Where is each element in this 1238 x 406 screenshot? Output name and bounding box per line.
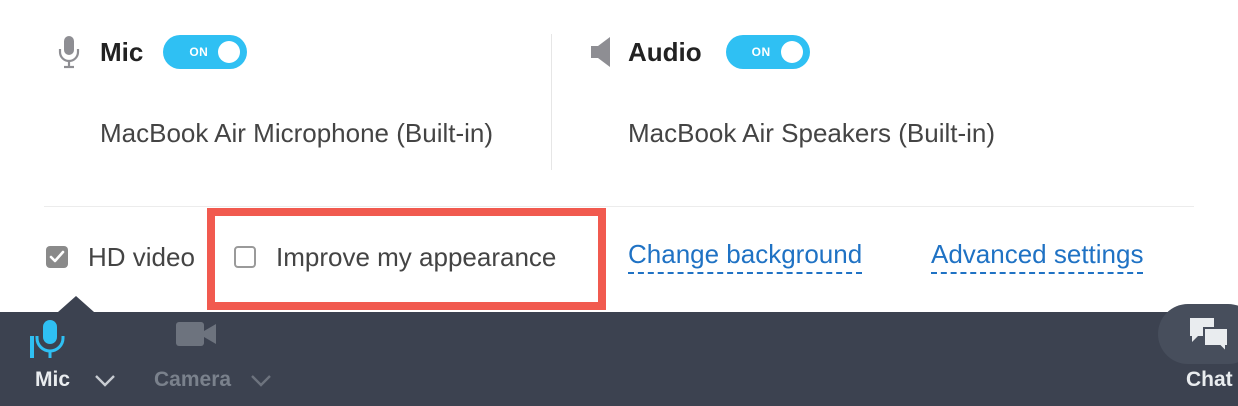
mic-device-name[interactable]: MacBook Air Microphone (Built-in) bbox=[100, 118, 493, 149]
audio-header: Audio ON bbox=[586, 34, 810, 70]
mic-toggle-label: ON bbox=[189, 45, 209, 59]
change-background-link[interactable]: Change background bbox=[628, 238, 863, 274]
audio-toggle[interactable]: ON bbox=[725, 35, 810, 69]
toolbar-mic-button[interactable]: Mic bbox=[20, 312, 130, 406]
advanced-settings-link[interactable]: Advanced settings bbox=[931, 238, 1144, 274]
microphone-icon bbox=[54, 34, 84, 70]
chat-icon bbox=[1188, 316, 1230, 357]
chevron-down-icon[interactable] bbox=[250, 374, 272, 393]
toolbar-camera-label: Camera bbox=[154, 368, 232, 391]
section-divider bbox=[44, 206, 1194, 207]
audio-toggle-knob bbox=[780, 41, 803, 63]
popover-pointer bbox=[58, 296, 94, 312]
audio-toggle-label: ON bbox=[751, 45, 771, 59]
hd-video-label: HD video bbox=[88, 241, 195, 272]
camera-icon bbox=[174, 320, 218, 353]
toolbar-chat-label: Chat bbox=[1186, 368, 1233, 391]
mic-toggle-knob bbox=[218, 41, 241, 63]
highlight-box bbox=[207, 208, 606, 310]
toolbar-camera-button[interactable]: Camera bbox=[148, 312, 288, 406]
mic-toggle[interactable]: ON bbox=[163, 35, 248, 69]
mic-section: Mic ON MacBook Air Microphone (Built-in) bbox=[0, 0, 552, 200]
hd-video-checkbox[interactable] bbox=[46, 246, 68, 268]
chevron-down-icon[interactable] bbox=[94, 374, 116, 393]
mic-title: Mic bbox=[100, 36, 144, 67]
audio-section: Audio ON MacBook Air Speakers (Built-in) bbox=[552, 0, 1238, 200]
toolbar-chat-button[interactable]: Chat bbox=[1158, 312, 1238, 406]
toolbar-mic-label: Mic bbox=[35, 368, 71, 391]
av-settings-panel: Mic ON MacBook Air Microphone (Built-in)… bbox=[0, 0, 1238, 312]
hd-video-option[interactable]: HD video bbox=[46, 236, 195, 278]
audio-title: Audio bbox=[628, 36, 702, 67]
bottom-toolbar: Mic Camera bbox=[0, 312, 1238, 406]
mic-header: Mic ON bbox=[54, 34, 248, 70]
checkmark-icon bbox=[49, 250, 65, 263]
microphone-icon bbox=[28, 316, 72, 365]
speaker-icon bbox=[586, 34, 616, 70]
speaker-device-name[interactable]: MacBook Air Speakers (Built-in) bbox=[628, 118, 995, 149]
